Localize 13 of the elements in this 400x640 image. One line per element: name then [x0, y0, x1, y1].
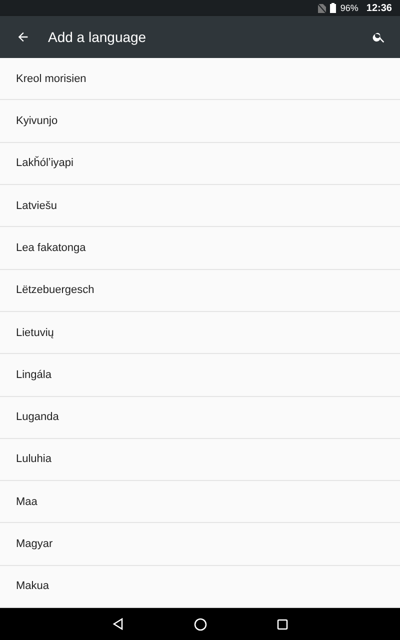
back-nav-button[interactable] [112, 618, 124, 630]
clock: 12:36 [366, 2, 392, 14]
battery-icon [330, 3, 336, 13]
recents-button[interactable] [277, 618, 288, 630]
home-button[interactable] [194, 618, 207, 630]
battery-level: 96% [340, 3, 358, 13]
language-item[interactable]: Luganda [0, 396, 400, 439]
language-item[interactable]: Lëtzebuergesch [0, 270, 400, 312]
back-button[interactable] [16, 30, 30, 44]
search-button[interactable] [372, 30, 386, 44]
toolbar-title: Add a language [48, 29, 148, 45]
no-sim-icon [318, 4, 326, 12]
language-item[interactable]: Lakȟólʼiyapi [0, 142, 400, 185]
